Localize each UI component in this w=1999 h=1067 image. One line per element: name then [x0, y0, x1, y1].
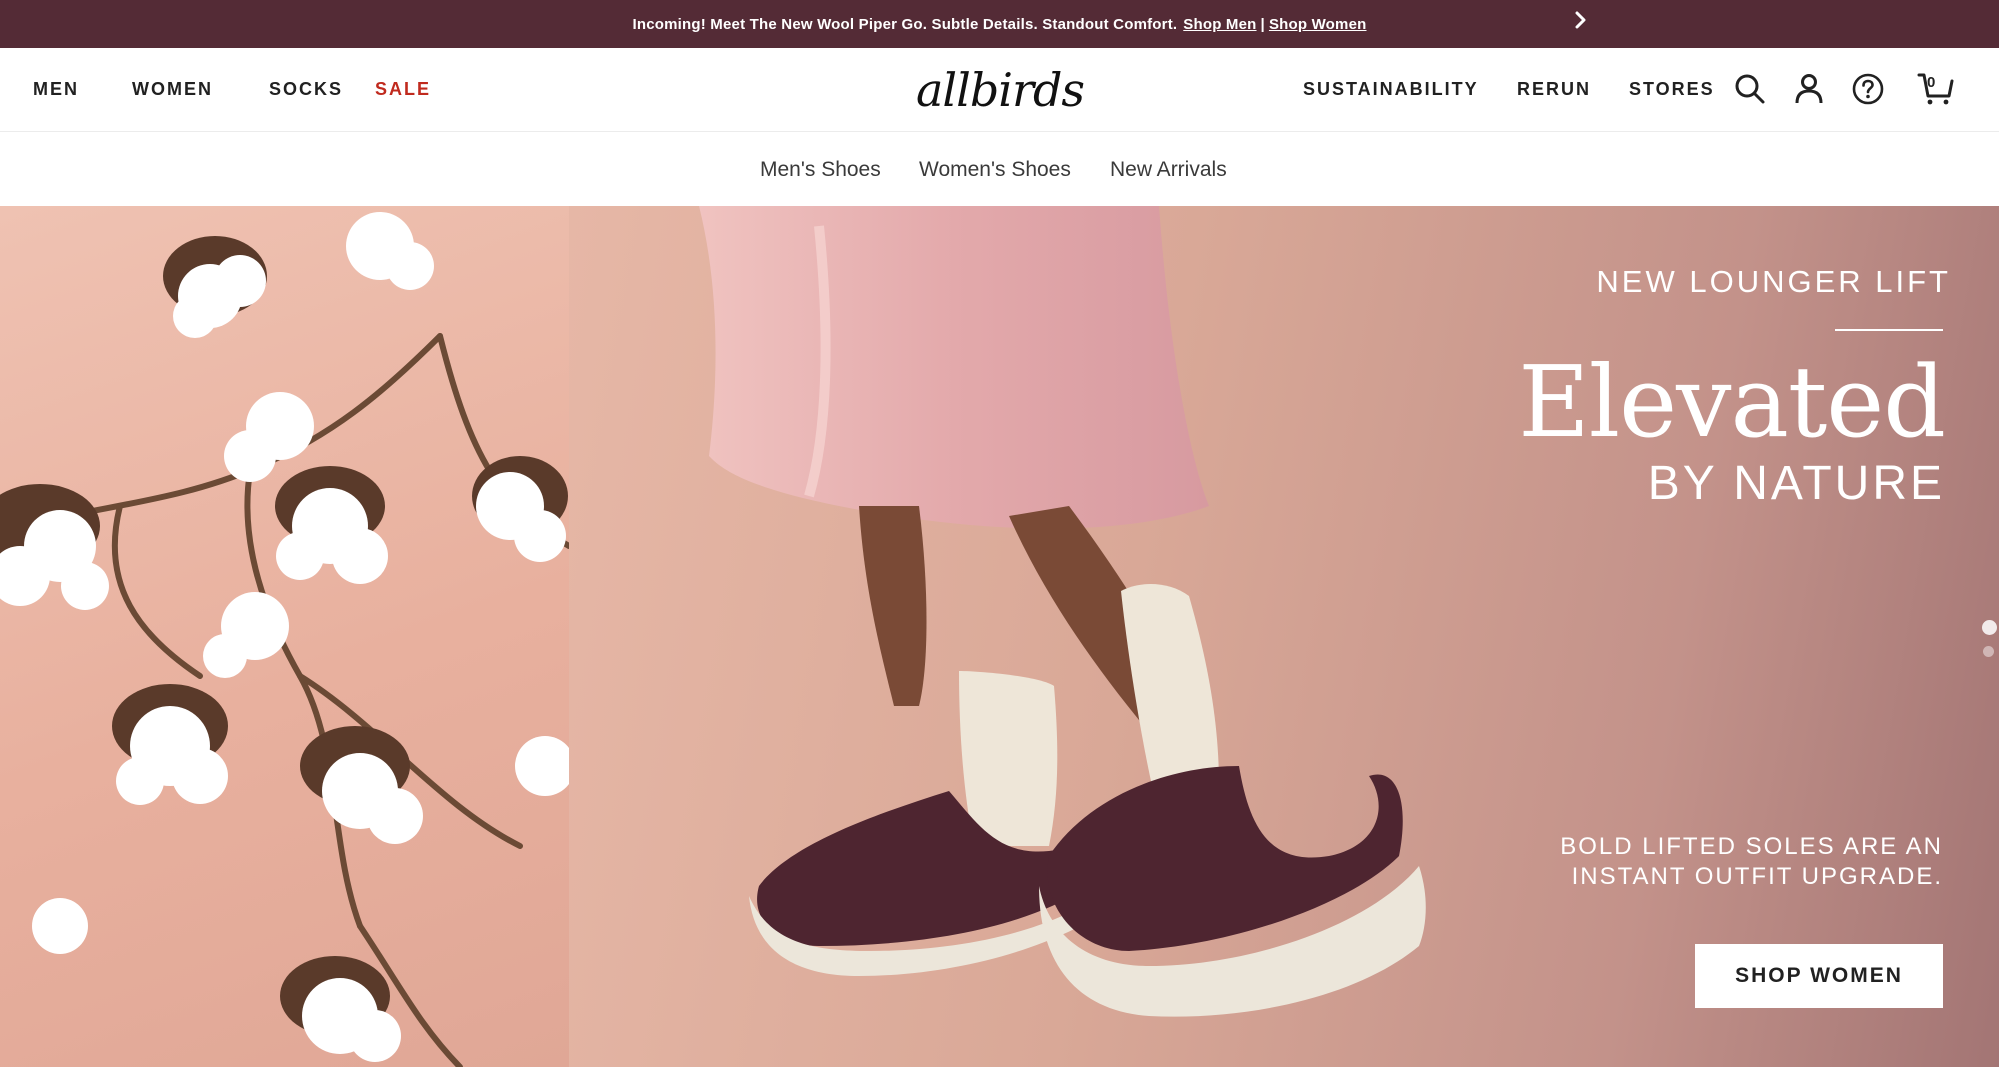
help-icon[interactable]	[1849, 70, 1887, 108]
hero-subhead: BY NATURE	[1647, 457, 1945, 510]
nav-stores[interactable]: STORES	[1629, 79, 1715, 100]
chevron-right-icon[interactable]	[1570, 9, 1592, 31]
carousel-dot-1[interactable]	[1982, 620, 1997, 635]
announcement-message: Incoming! Meet The New Wool Piper Go. Su…	[632, 15, 1178, 33]
search-icon[interactable]	[1731, 70, 1769, 108]
announcement-bar: Incoming! Meet The New Wool Piper Go. Su…	[0, 0, 1999, 48]
cotton-image	[0, 206, 569, 1067]
hero-eyebrow: NEW LOUNGER LIFT	[1596, 264, 1951, 299]
hero-body: BOLD LIFTED SOLES ARE AN INSTANT OUTFIT …	[1560, 833, 1943, 890]
model-shoes-image: NEW LOUNGER LIFT Elevated BY NATURE BOLD…	[569, 206, 1999, 1067]
allbirds-logo[interactable]: allbirds	[916, 62, 1085, 118]
nav-socks[interactable]: SOCKS	[269, 79, 343, 100]
hero-divider	[1835, 329, 1943, 331]
nav-men[interactable]: MEN	[33, 79, 79, 100]
carousel-dot-2[interactable]	[1983, 646, 1994, 657]
shop-women-button[interactable]: SHOP WOMEN	[1695, 944, 1943, 1008]
shop-women-link[interactable]: Shop Women	[1269, 16, 1367, 33]
main-nav: MEN WOMEN SOCKS SALE allbirds SUSTAINABI…	[0, 48, 1999, 132]
nav-sustainability[interactable]: SUSTAINABILITY	[1303, 79, 1479, 100]
subnav-womens-shoes[interactable]: Women's Shoes	[919, 158, 1071, 182]
announcement-separator: |	[1260, 15, 1265, 33]
subnav-new-arrivals[interactable]: New Arrivals	[1110, 158, 1227, 182]
subnav-mens-shoes[interactable]: Men's Shoes	[760, 158, 881, 182]
account-icon[interactable]	[1790, 70, 1828, 108]
cart-count: 0	[1927, 74, 1936, 91]
nav-sale[interactable]: SALE	[375, 79, 431, 100]
shop-men-link[interactable]: Shop Men	[1183, 16, 1256, 33]
sub-nav: Men's Shoes Women's Shoes New Arrivals	[0, 132, 1999, 206]
cart-icon[interactable]: 0	[1914, 70, 1958, 108]
hero-banner: NEW LOUNGER LIFT Elevated BY NATURE BOLD…	[0, 206, 1999, 1067]
nav-rerun[interactable]: RERUN	[1517, 79, 1591, 100]
nav-women[interactable]: WOMEN	[132, 79, 213, 100]
hero-headline: Elevated	[1518, 346, 1946, 460]
